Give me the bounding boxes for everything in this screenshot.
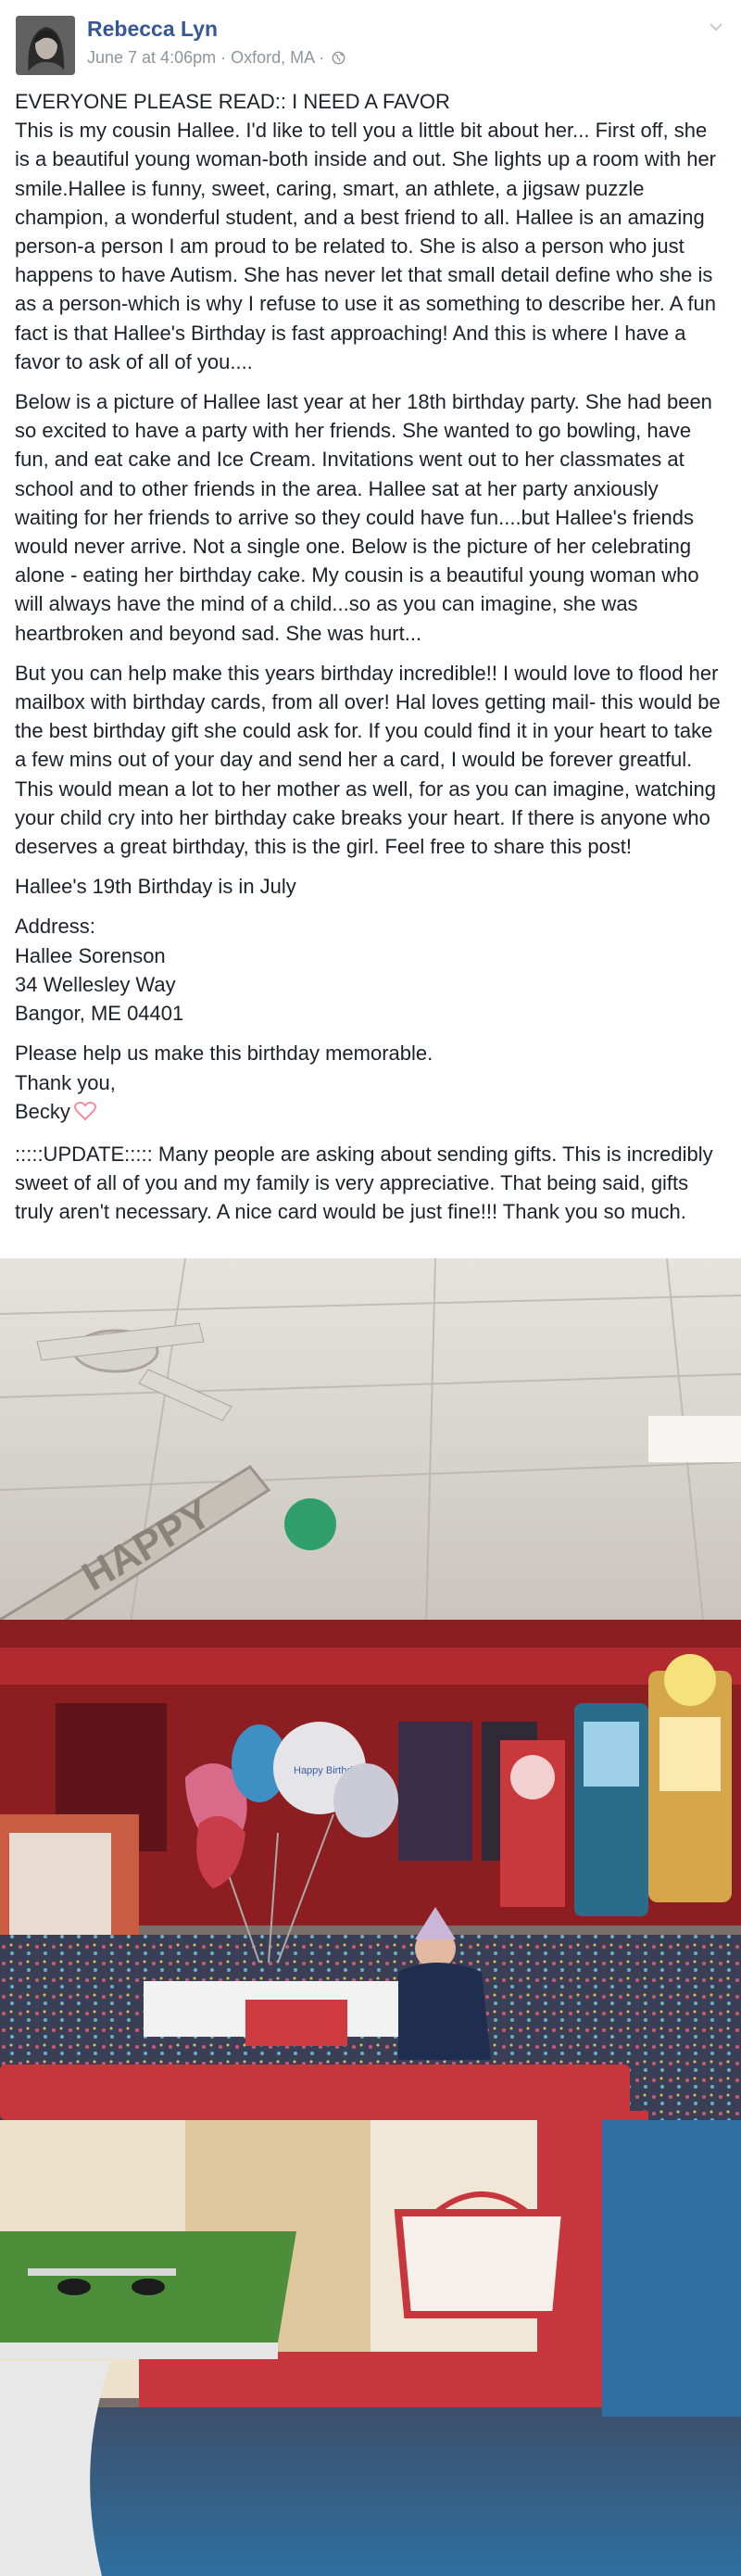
paragraph-1: This is my cousin Hallee. I'd like to te…	[15, 119, 717, 373]
post-meta: June 7 at 4:06pm · Oxford, MA ·	[87, 48, 345, 69]
post-photo[interactable]: HAPPY Happy Birthday	[0, 1258, 741, 2576]
paragraph-2: Below is a picture of Hallee last year a…	[15, 390, 712, 645]
facebook-post: Rebecca Lyn June 7 at 4:06pm · Oxford, M…	[0, 0, 741, 2576]
post-header: Rebecca Lyn June 7 at 4:06pm · Oxford, M…	[0, 0, 741, 85]
paragraph-3: But you can help make this years birthda…	[15, 661, 721, 859]
meta-separator: ·	[319, 48, 325, 67]
closing-line-1: Please help us make this birthday memora…	[15, 1042, 433, 1066]
meta-separator: ·	[220, 48, 227, 67]
person-at-table	[398, 1907, 491, 2060]
closing-line-2: Thank you,	[15, 1070, 116, 1094]
address-street: 34 Wellesley Way	[15, 972, 176, 996]
post-intro: EVERYONE PLEASE READ:: I NEED A FAVOR Th…	[15, 87, 726, 376]
address-city: Bangor, ME 04401	[15, 1002, 184, 1026]
avatar[interactable]	[16, 16, 75, 75]
update-paragraph: :::::UPDATE::::: Many people are asking …	[15, 1142, 713, 1224]
post-text: EVERYONE PLEASE READ:: I NEED A FAVOR Th…	[15, 87, 726, 1238]
paragraph-4: Hallee's 19th Birthday is in July	[15, 875, 296, 899]
author-name[interactable]: Rebecca Lyn	[87, 17, 218, 42]
post-location[interactable]: Oxford, MA	[231, 48, 314, 67]
birthday-party-photo: HAPPY Happy Birthday	[0, 1258, 741, 2576]
post-title: EVERYONE PLEASE READ:: I NEED A FAVOR	[15, 90, 450, 113]
closing-block: Please help us make this birthday memora…	[15, 1039, 726, 1129]
globe-icon[interactable]	[332, 50, 345, 69]
avatar-photo	[16, 16, 75, 75]
heart-icon	[73, 1100, 96, 1129]
address-name: Hallee Sorenson	[15, 943, 166, 967]
post-date[interactable]: June 7 at 4:06pm	[87, 48, 216, 67]
address-label: Address:	[15, 915, 95, 939]
address-block: Address: Hallee Sorenson 34 Wellesley Wa…	[15, 912, 726, 1028]
chevron-down-icon[interactable]	[706, 17, 726, 37]
signature: Becky	[15, 1099, 70, 1123]
